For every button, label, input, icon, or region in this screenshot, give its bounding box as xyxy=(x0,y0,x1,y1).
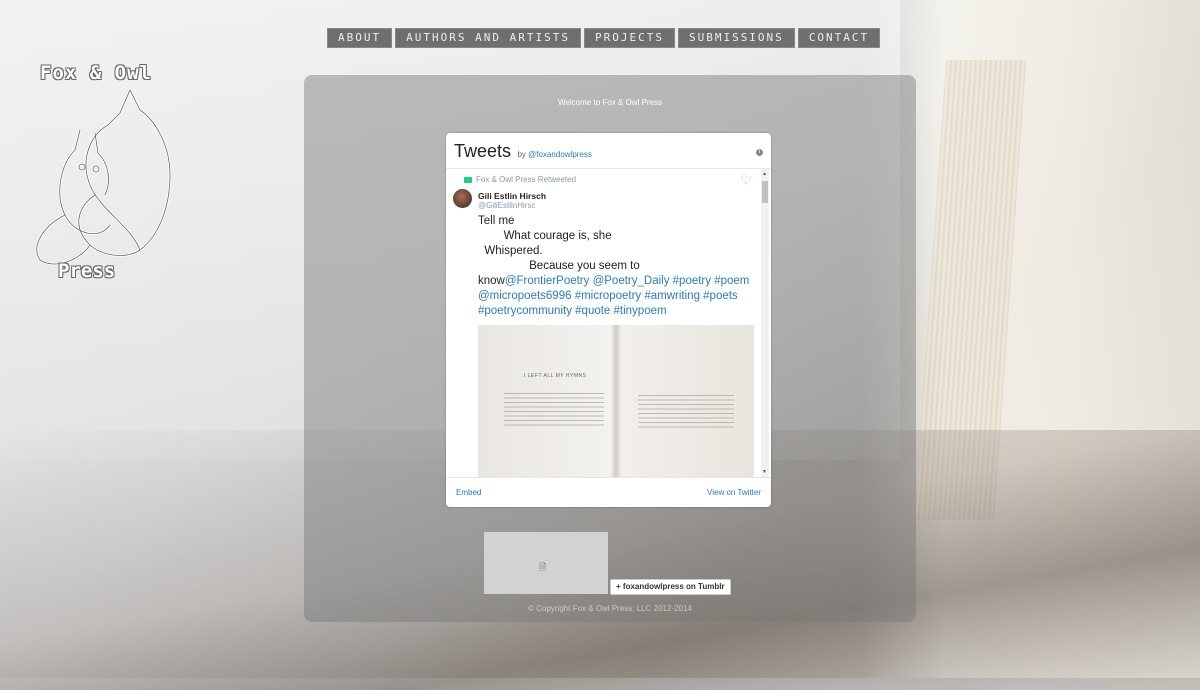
twitter-bird-icon[interactable]: 🐦︎ xyxy=(740,175,753,186)
main-nav: ABOUT AUTHORS AND ARTISTS PROJECTS SUBMI… xyxy=(327,28,881,48)
twitter-feed[interactable]: Fox & Owl Press Retweeted 🐦︎ Gili Estlin… xyxy=(446,169,771,477)
feed-scrollbar[interactable]: ▲ ▼ xyxy=(761,169,769,477)
tumblr-follow-button[interactable]: + foxandowlpress on Tumblr xyxy=(610,579,731,595)
tweet-author-name[interactable]: Gili Estlin Hirsch xyxy=(478,191,546,201)
tweet-hashtag-links[interactable]: @FrontierPoetry @Poetry_Daily #poetry #p… xyxy=(478,275,753,317)
site-logo[interactable]: Fox & Owl Press xyxy=(20,60,180,290)
scroll-down-icon[interactable]: ▼ xyxy=(762,469,767,475)
media-heading-text: I LEFT ALL MY HYMNS xyxy=(524,373,587,379)
media-text-lines-left xyxy=(504,393,604,429)
retweet-indicator: Fox & Owl Press Retweeted xyxy=(464,175,576,184)
view-on-twitter-link[interactable]: View on Twitter xyxy=(707,488,761,497)
plus-icon: + xyxy=(616,582,621,591)
twitter-timeline-widget: Tweets by @foxandowlpress i Fox & Owl Pr… xyxy=(446,133,771,507)
logo-text-top: Fox & Owl xyxy=(40,62,152,84)
info-icon[interactable]: i xyxy=(756,149,763,156)
nav-authors-and-artists[interactable]: AUTHORS AND ARTISTS xyxy=(395,28,581,48)
media-text-lines-right xyxy=(638,395,734,431)
avatar[interactable] xyxy=(453,189,472,208)
document-icon: 🗎︎ xyxy=(539,562,547,572)
tweet-text: Tell me What courage is, she Whispered. … xyxy=(478,215,753,317)
divider xyxy=(446,477,771,478)
scroll-up-icon[interactable]: ▲ xyxy=(762,171,767,177)
scroll-thumb[interactable] xyxy=(762,181,768,203)
logo-text-bottom: Press xyxy=(58,260,116,282)
nav-about[interactable]: ABOUT xyxy=(327,28,393,48)
nav-contact[interactable]: CONTACT xyxy=(797,28,881,48)
fox-owl-logo-icon xyxy=(35,89,172,266)
retweet-icon xyxy=(464,176,472,183)
tweet-author-handle[interactable]: @GiliEstlinHirsc xyxy=(478,201,535,210)
copyright-text: © Copyright Fox & Owl Press, LLC 2012-20… xyxy=(528,604,692,613)
embed-link[interactable]: Embed xyxy=(456,488,481,497)
twitter-by: by @foxandowlpress xyxy=(517,150,592,159)
tweet-media-image[interactable]: I LEFT ALL MY HYMNS xyxy=(478,325,754,477)
nav-submissions[interactable]: SUBMISSIONS xyxy=(677,28,795,48)
tumblr-follow-label: foxandowlpress on Tumblr xyxy=(622,582,725,591)
tumblr-embed-box[interactable]: 🗎︎ xyxy=(484,532,608,594)
twitter-handle-link[interactable]: @foxandowlpress xyxy=(528,150,592,159)
twitter-title: Tweets xyxy=(454,141,512,161)
welcome-text: Welcome to Fox & Owl Press xyxy=(558,98,662,107)
nav-projects[interactable]: PROJECTS xyxy=(583,28,675,48)
twitter-header: Tweets by @foxandowlpress i xyxy=(454,141,763,169)
